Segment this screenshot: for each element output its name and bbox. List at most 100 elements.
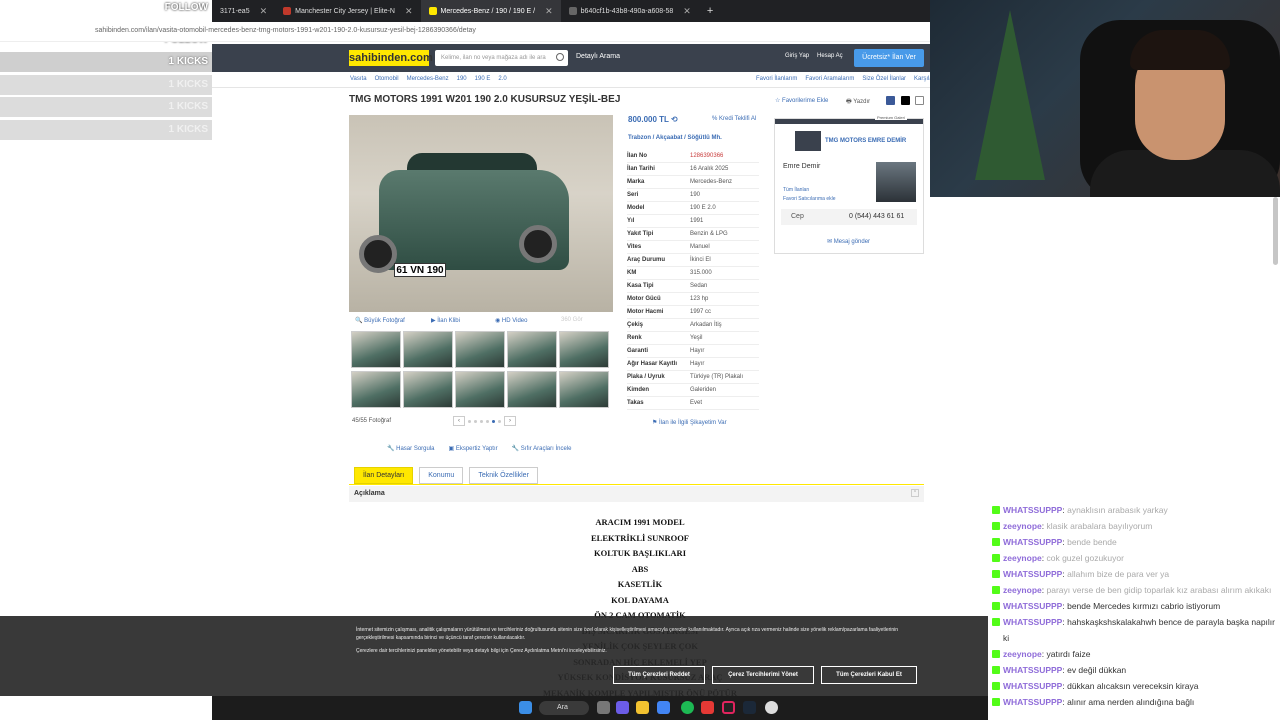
store-logo[interactable]: [795, 131, 821, 151]
manage-cookies-button[interactable]: Çerez Tercihlerimi Yönet: [712, 666, 814, 684]
app-icon[interactable]: [722, 701, 735, 714]
view-360-link[interactable]: 360 Gör: [561, 317, 583, 323]
chat-username[interactable]: zeeynope: [1003, 585, 1042, 595]
tab-specs[interactable]: Teknik Özellikler: [469, 467, 538, 484]
page-dot-active[interactable]: [492, 419, 495, 423]
search-input[interactable]: Kelime, ilan no veya mağaza adı ile ara: [435, 50, 568, 66]
taskbar-search[interactable]: Ara: [539, 701, 589, 715]
address-bar[interactable]: sahibinden.com/ilan/vasita-otomobil-merc…: [0, 22, 930, 42]
breadcrumb-item[interactable]: Vasıta: [350, 76, 367, 82]
hd-video-link[interactable]: ◉ HD Video: [495, 317, 527, 324]
phone-value[interactable]: 0 (544) 443 61 61: [849, 213, 904, 220]
app-icon[interactable]: [616, 701, 629, 714]
big-photo-link[interactable]: 🔍 Büyük Fotoğraf: [355, 317, 405, 324]
windows-start-icon[interactable]: [519, 701, 532, 714]
page-dot[interactable]: [480, 419, 483, 423]
chat-username[interactable]: WHATSSUPPP: [1003, 697, 1062, 707]
file-explorer-icon[interactable]: [636, 701, 649, 714]
search-icon[interactable]: [556, 53, 564, 61]
reject-cookies-button[interactable]: Tüm Çerezleri Reddet: [613, 666, 705, 684]
browser-tab[interactable]: Manchester City Jersey | Elite-N ✕: [275, 0, 420, 22]
advanced-search-link[interactable]: Detaylı Arama: [576, 53, 620, 60]
page-scrollbar[interactable]: [1273, 197, 1278, 265]
tab-details[interactable]: İlan Detayları: [354, 467, 414, 484]
app-icon[interactable]: [765, 701, 778, 714]
price-history-icon[interactable]: ⟲: [671, 115, 678, 124]
x-icon[interactable]: [901, 96, 910, 105]
new-tab-button[interactable]: +: [699, 0, 721, 22]
chat-username[interactable]: WHATSSUPPP: [1003, 537, 1062, 547]
login-link[interactable]: Giriş Yap: [785, 53, 809, 59]
thumbnail[interactable]: [455, 371, 505, 408]
chat-username[interactable]: WHATSSUPPP: [1003, 617, 1062, 627]
spotify-icon[interactable]: [681, 701, 694, 714]
favorite-seller-link[interactable]: Favori Satıcılarıma ekle: [783, 196, 836, 202]
chrome-icon[interactable]: [657, 701, 670, 714]
breadcrumb-item[interactable]: Otomobil: [375, 76, 399, 82]
register-link[interactable]: Hesap Aç: [817, 53, 843, 59]
thumbnail[interactable]: [559, 331, 609, 368]
thumbnail[interactable]: [403, 331, 453, 368]
chat-username[interactable]: zeeynope: [1003, 521, 1042, 531]
all-ads-link[interactable]: Tüm İlanları: [783, 187, 809, 193]
chat-username[interactable]: WHATSSUPPP: [1003, 505, 1062, 515]
page-dot[interactable]: [468, 419, 471, 423]
browser-tab-active[interactable]: Mercedes-Benz / 190 / 190 E / ✕: [420, 0, 561, 22]
special-ads-link[interactable]: Size Özel İlanlar: [862, 76, 906, 82]
next-page-button[interactable]: ›: [504, 416, 516, 426]
location[interactable]: Trabzon / Akçaabat / Söğütlü Mh.: [628, 135, 722, 141]
mail-icon[interactable]: [915, 96, 924, 105]
page-dot[interactable]: [474, 419, 477, 423]
thumbnail[interactable]: [403, 371, 453, 408]
breadcrumb-item[interactable]: 190: [457, 76, 467, 82]
favorite-ads-link[interactable]: Favori İlanlarım: [756, 76, 797, 82]
steam-icon[interactable]: [743, 701, 756, 714]
page-dot[interactable]: [498, 419, 501, 423]
chat-username[interactable]: WHATSSUPPP: [1003, 681, 1062, 691]
add-favorite-link[interactable]: ☆ Favorilerime Ekle: [775, 97, 828, 104]
damage-check-link[interactable]: 🔧 Hasar Sorgula: [387, 445, 435, 452]
site-logo[interactable]: sahibinden.com: [349, 50, 433, 66]
chat-username[interactable]: WHATSSUPPP: [1003, 665, 1062, 675]
credit-offer-link[interactable]: % Kredi Teklifi Al: [712, 116, 756, 122]
url-text[interactable]: sahibinden.com/ilan/vasita-otomobil-merc…: [95, 27, 476, 34]
store-name[interactable]: TMG MOTORS EMRE DEMİR: [825, 138, 906, 144]
prev-page-button[interactable]: ‹: [453, 416, 465, 426]
tab-location[interactable]: Konumu: [419, 467, 464, 484]
new-cars-link[interactable]: 🔧 Sıfır Araçları İncele: [512, 445, 572, 452]
send-message-link[interactable]: ✉ Mesaj gönder: [827, 238, 870, 245]
info-label: İlan No: [627, 153, 648, 159]
expertise-link[interactable]: ▣ Ekspertiz Yaptır: [449, 445, 498, 452]
chat-username[interactable]: WHATSSUPPP: [1003, 601, 1062, 611]
complaint-link[interactable]: ⚑ İlan ile İlgili Şikayetim Var: [652, 419, 727, 426]
breadcrumb-item[interactable]: Mercedes-Benz: [407, 76, 449, 82]
chat-username[interactable]: zeeynope: [1003, 649, 1042, 659]
main-photo[interactable]: 61 VN 190: [349, 115, 613, 312]
browser-tab[interactable]: b640cf1b-43b8-490a-a608-58 ✕: [561, 0, 699, 22]
favorite-searches-link[interactable]: Favori Aramalarım: [805, 76, 854, 82]
breadcrumb-item[interactable]: 190 E: [475, 76, 491, 82]
thumbnail[interactable]: [507, 331, 557, 368]
browser-tab[interactable]: 3171-ea5 ✕: [212, 0, 275, 22]
chat-username[interactable]: WHATSSUPPP: [1003, 569, 1062, 579]
task-view-icon[interactable]: [597, 701, 610, 714]
app-icon[interactable]: [701, 701, 714, 714]
collapse-icon[interactable]: ⌃: [911, 489, 919, 497]
accept-cookies-button[interactable]: Tüm Çerezleri Kabul Et: [821, 666, 917, 684]
close-icon[interactable]: ✕: [405, 6, 413, 17]
thumbnail[interactable]: [559, 371, 609, 408]
close-icon[interactable]: ✕: [260, 6, 268, 17]
facebook-icon[interactable]: [886, 96, 895, 105]
thumbnail[interactable]: [351, 331, 401, 368]
chat-username[interactable]: zeeynope: [1003, 553, 1042, 563]
thumbnail[interactable]: [455, 331, 505, 368]
close-icon[interactable]: ✕: [545, 6, 553, 17]
print-link[interactable]: 🖶 Yazdır: [846, 97, 870, 107]
breadcrumb-item[interactable]: 2.0: [498, 76, 506, 82]
video-link[interactable]: ▶ İlan Klibi: [431, 317, 460, 324]
page-dot[interactable]: [486, 419, 489, 423]
thumbnail[interactable]: [507, 371, 557, 408]
post-ad-button[interactable]: Ücretsiz* İlan Ver: [854, 49, 924, 67]
close-icon[interactable]: ✕: [683, 6, 691, 17]
thumbnail[interactable]: [351, 371, 401, 408]
